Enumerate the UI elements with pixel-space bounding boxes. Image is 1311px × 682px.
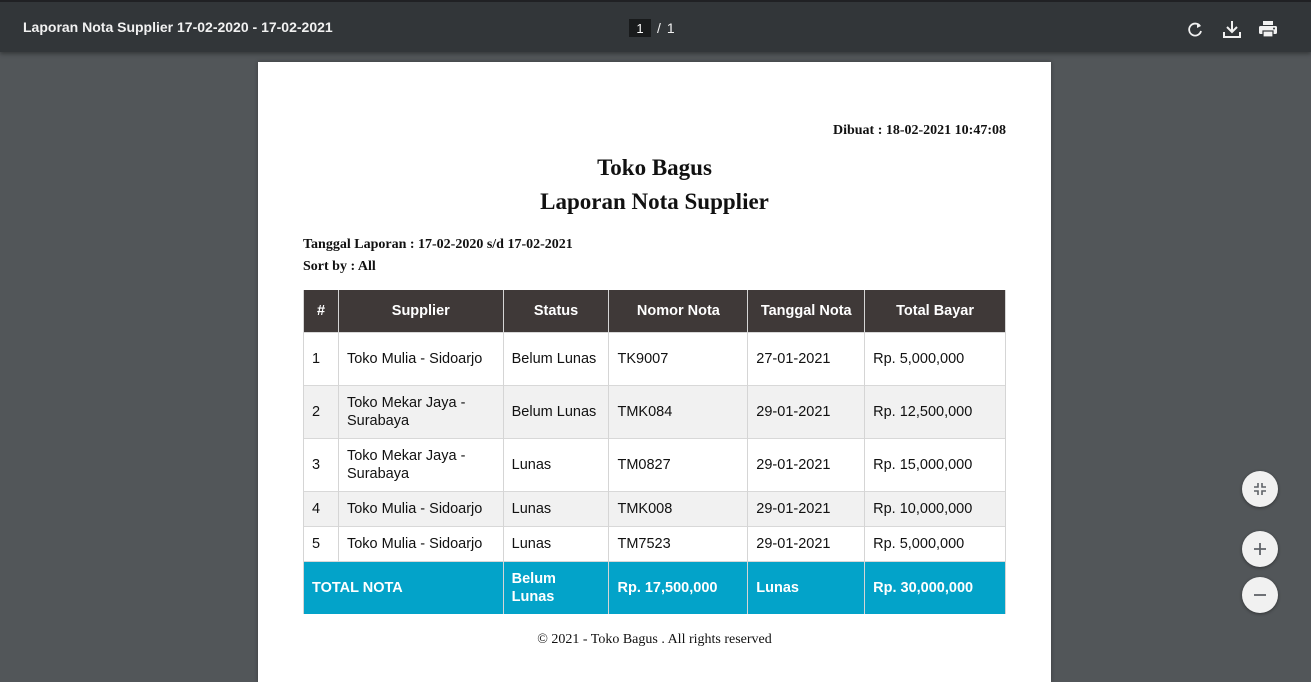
column-header-total-bayar: Total Bayar <box>864 290 1006 333</box>
column-header-nomor-nota: Nomor Nota <box>608 290 749 333</box>
table-row: 5 Toko Mulia - Sidoarjo Lunas TM7523 29-… <box>303 526 1006 562</box>
column-header-number: # <box>303 290 339 333</box>
total-bayar-cell: Rp. 15,000,000 <box>864 438 1006 492</box>
supplier-cell: Toko Mulia - Sidoarjo <box>338 526 504 562</box>
total-bayar-cell: Rp. 5,000,000 <box>864 526 1006 562</box>
table-row: 2 Toko Mekar Jaya - Surabaya Belum Lunas… <box>303 385 1006 439</box>
page-separator: / <box>657 20 661 36</box>
rotate-icon[interactable] <box>1185 18 1207 40</box>
supplier-cell: Toko Mekar Jaya - Surabaya <box>338 438 504 492</box>
supplier-cell: Toko Mulia - Sidoarjo <box>338 332 504 386</box>
tanggal-nota-cell: 29-01-2021 <box>747 438 866 492</box>
total-status-unpaid: Belum Lunas <box>503 561 610 614</box>
status-cell: Lunas <box>503 491 610 527</box>
status-cell: Belum Lunas <box>503 385 610 439</box>
status-cell: Lunas <box>503 438 610 492</box>
supplier-cell: Toko Mulia - Sidoarjo <box>338 491 504 527</box>
nomor-nota-cell: TK9007 <box>608 332 749 386</box>
total-bayar-cell: Rp. 12,500,000 <box>864 385 1006 439</box>
column-header-supplier: Supplier <box>338 290 504 333</box>
table-header-row: # Supplier Status Nomor Nota Tanggal Not… <box>303 290 1006 333</box>
supplier-cell: Toko Mekar Jaya - Surabaya <box>338 385 504 439</box>
table-row: 4 Toko Mulia - Sidoarjo Lunas TMK008 29-… <box>303 491 1006 527</box>
created-timestamp: Dibuat : 18-02-2021 10:47:08 <box>832 123 1006 138</box>
tanggal-nota-cell: 29-01-2021 <box>747 491 866 527</box>
column-header-status: Status <box>503 290 610 333</box>
row-number: 2 <box>303 385 339 439</box>
page-indicator: / 1 <box>629 19 675 37</box>
download-icon[interactable] <box>1221 18 1243 40</box>
report-footer: © 2021 - Toko Bagus . All rights reserve… <box>537 632 772 647</box>
zoom-out-button[interactable] <box>1242 577 1278 613</box>
row-number: 4 <box>303 491 339 527</box>
pdf-toolbar: Laporan Nota Supplier 17-02-2020 - 17-02… <box>0 0 1311 52</box>
table-row: 3 Toko Mekar Jaya - Surabaya Lunas TM082… <box>303 438 1006 492</box>
row-number: 5 <box>303 526 339 562</box>
status-cell: Belum Lunas <box>503 332 610 386</box>
zoom-in-icon <box>1254 543 1266 555</box>
nomor-nota-cell: TMK008 <box>608 491 749 527</box>
total-row: TOTAL NOTA Belum Lunas Rp. 17,500,000 Lu… <box>303 561 1006 614</box>
row-number: 3 <box>303 438 339 492</box>
print-icon[interactable] <box>1257 18 1279 40</box>
fit-page-icon <box>1254 483 1266 495</box>
table-row: 1 Toko Mulia - Sidoarjo Belum Lunas TK90… <box>303 332 1006 386</box>
total-bayar-cell: Rp. 5,000,000 <box>864 332 1006 386</box>
document-title: Laporan Nota Supplier 17-02-2020 - 17-02… <box>23 19 333 35</box>
tanggal-nota-cell: 29-01-2021 <box>747 526 866 562</box>
row-number: 1 <box>303 332 339 386</box>
total-status-paid: Lunas <box>747 561 866 614</box>
report-sort: Sort by : All <box>303 259 376 274</box>
nomor-nota-cell: TM0827 <box>608 438 749 492</box>
total-amount-unpaid: Rp. 17,500,000 <box>608 561 749 614</box>
nomor-nota-cell: TM7523 <box>608 526 749 562</box>
total-bayar-cell: Rp. 10,000,000 <box>864 491 1006 527</box>
page-number-input[interactable] <box>629 19 651 37</box>
tanggal-nota-cell: 29-01-2021 <box>747 385 866 439</box>
pdf-page: Dibuat : 18-02-2021 10:47:08 Toko Bagus … <box>258 62 1051 682</box>
total-pages: 1 <box>666 20 675 36</box>
total-amount-paid: Rp. 30,000,000 <box>864 561 1006 614</box>
report-title: Laporan Nota Supplier <box>540 189 769 214</box>
report-table: # Supplier Status Nomor Nota Tanggal Not… <box>303 290 1006 614</box>
nomor-nota-cell: TMK084 <box>608 385 749 439</box>
zoom-out-icon <box>1254 594 1266 596</box>
column-header-tanggal-nota: Tanggal Nota <box>747 290 866 333</box>
tanggal-nota-cell: 27-01-2021 <box>747 332 866 386</box>
store-name: Toko Bagus <box>597 155 712 180</box>
zoom-in-button[interactable] <box>1242 531 1278 567</box>
report-date-range: Tanggal Laporan : 17-02-2020 s/d 17-02-2… <box>303 237 573 252</box>
fit-page-button[interactable] <box>1242 471 1278 507</box>
total-label: TOTAL NOTA <box>303 561 504 614</box>
status-cell: Lunas <box>503 526 610 562</box>
